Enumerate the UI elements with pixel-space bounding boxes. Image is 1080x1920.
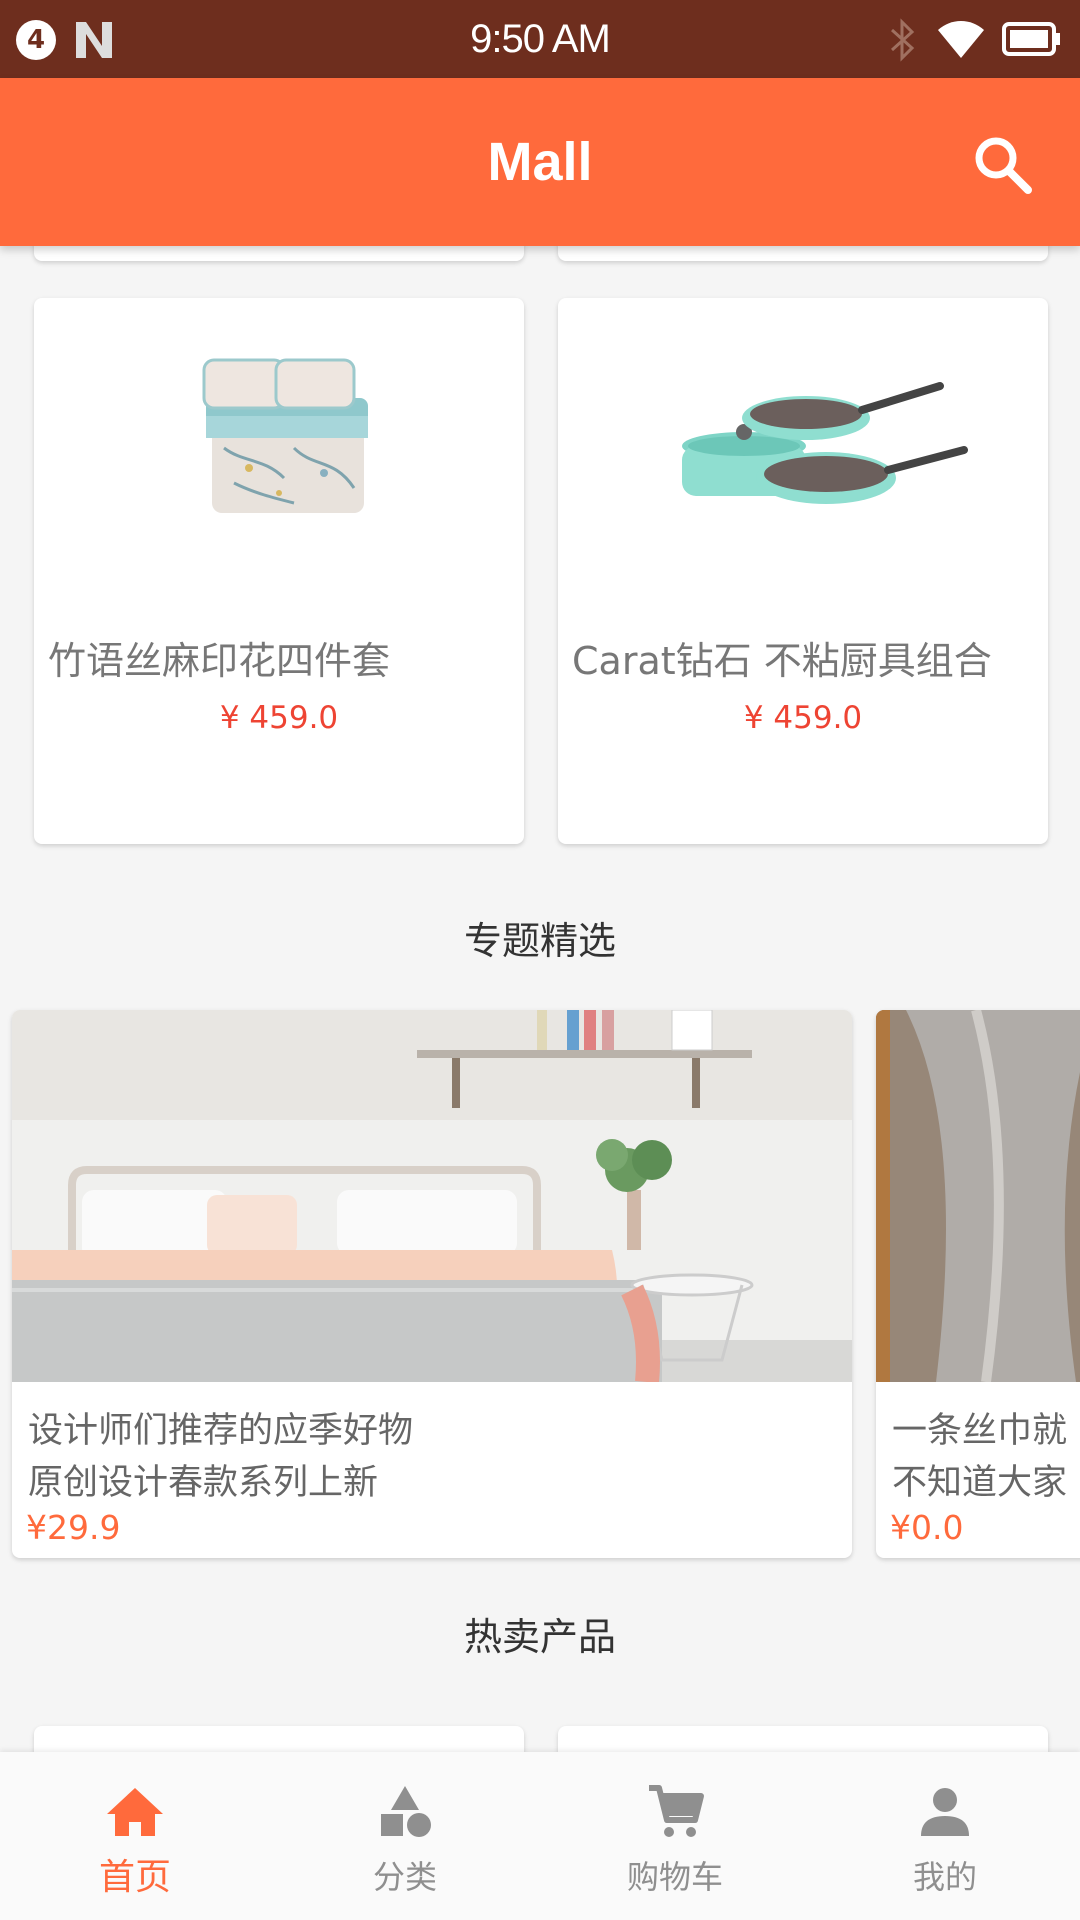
person-icon [921,1788,969,1836]
product-card[interactable]: Carat钻石 不粘厨具组合 ¥ 459.0 [558,298,1048,844]
product-card-partial[interactable] [34,1726,524,1752]
product-card-partial[interactable] [558,246,1048,261]
product-name: 竹语丝麻印花四件套 [48,639,391,683]
nav-item-home[interactable]: 首页 [0,1752,270,1920]
category-icon [381,1786,431,1837]
nav-item-cart[interactable]: 购物车 [540,1752,810,1920]
battery-icon [1002,22,1060,56]
topic-price: ¥29.9 [26,1508,121,1547]
bedroom-image [12,1010,852,1382]
home-icon [107,1788,163,1836]
search-icon[interactable] [968,130,1040,202]
product-price: ¥ 459.0 [219,700,339,736]
nav-item-profile[interactable]: 我的 [810,1752,1080,1920]
wifi-icon [938,21,984,58]
bluetooth-icon [890,18,915,62]
product-card[interactable]: 竹语丝麻印花四件套 ¥ 459.0 [34,298,524,844]
nav-label: 首页 [98,1857,171,1898]
topic-card[interactable]: 设计师们推荐的应季好物 原创设计春款系列上新 ¥29.9 [12,1010,852,1558]
topic-title: 设计师们推荐的应季好物 [28,1411,414,1451]
section-title-topics: 专题精选 [463,919,616,963]
status-bar: 4 9:50 AM [0,0,1080,78]
nav-label: 我的 [912,1858,977,1896]
topic-title: 一条丝巾就 [892,1411,1068,1451]
topic-price: ¥0.0 [890,1508,964,1547]
product-price: ¥ 459.0 [743,700,863,736]
bedding-set-image [202,358,368,513]
topic-card[interactable]: 一条丝巾就 不知道大家 ¥0.0 [876,1010,1080,1558]
nav-label: 购物车 [626,1858,723,1896]
nav-label: 分类 [372,1858,437,1896]
app-bar: Mall [0,78,1080,246]
product-name: Carat钻石 不粘厨具组合 [572,639,992,683]
section-title-hot: 热卖产品 [463,1615,616,1659]
cart-icon [649,1785,704,1837]
bottom-nav: 首页 分类 购物车 我的 [0,1752,1080,1920]
status-time: 9:50 AM [470,17,611,61]
scarf-image [876,1010,1080,1382]
page-title: Mall [487,132,593,192]
topic-subtitle: 原创设计春款系列上新 [28,1463,379,1503]
cookware-set-image [682,382,968,504]
product-card-partial[interactable] [34,246,524,261]
product-card-partial[interactable] [558,1726,1048,1752]
topic-subtitle: 不知道大家 [892,1463,1068,1503]
home-content[interactable]: 竹语丝麻印花四件套 ¥ 459.0 Carat钻石 不粘厨具组合 ¥ 459.0… [0,246,1080,1752]
nav-item-category[interactable]: 分类 [270,1752,540,1920]
